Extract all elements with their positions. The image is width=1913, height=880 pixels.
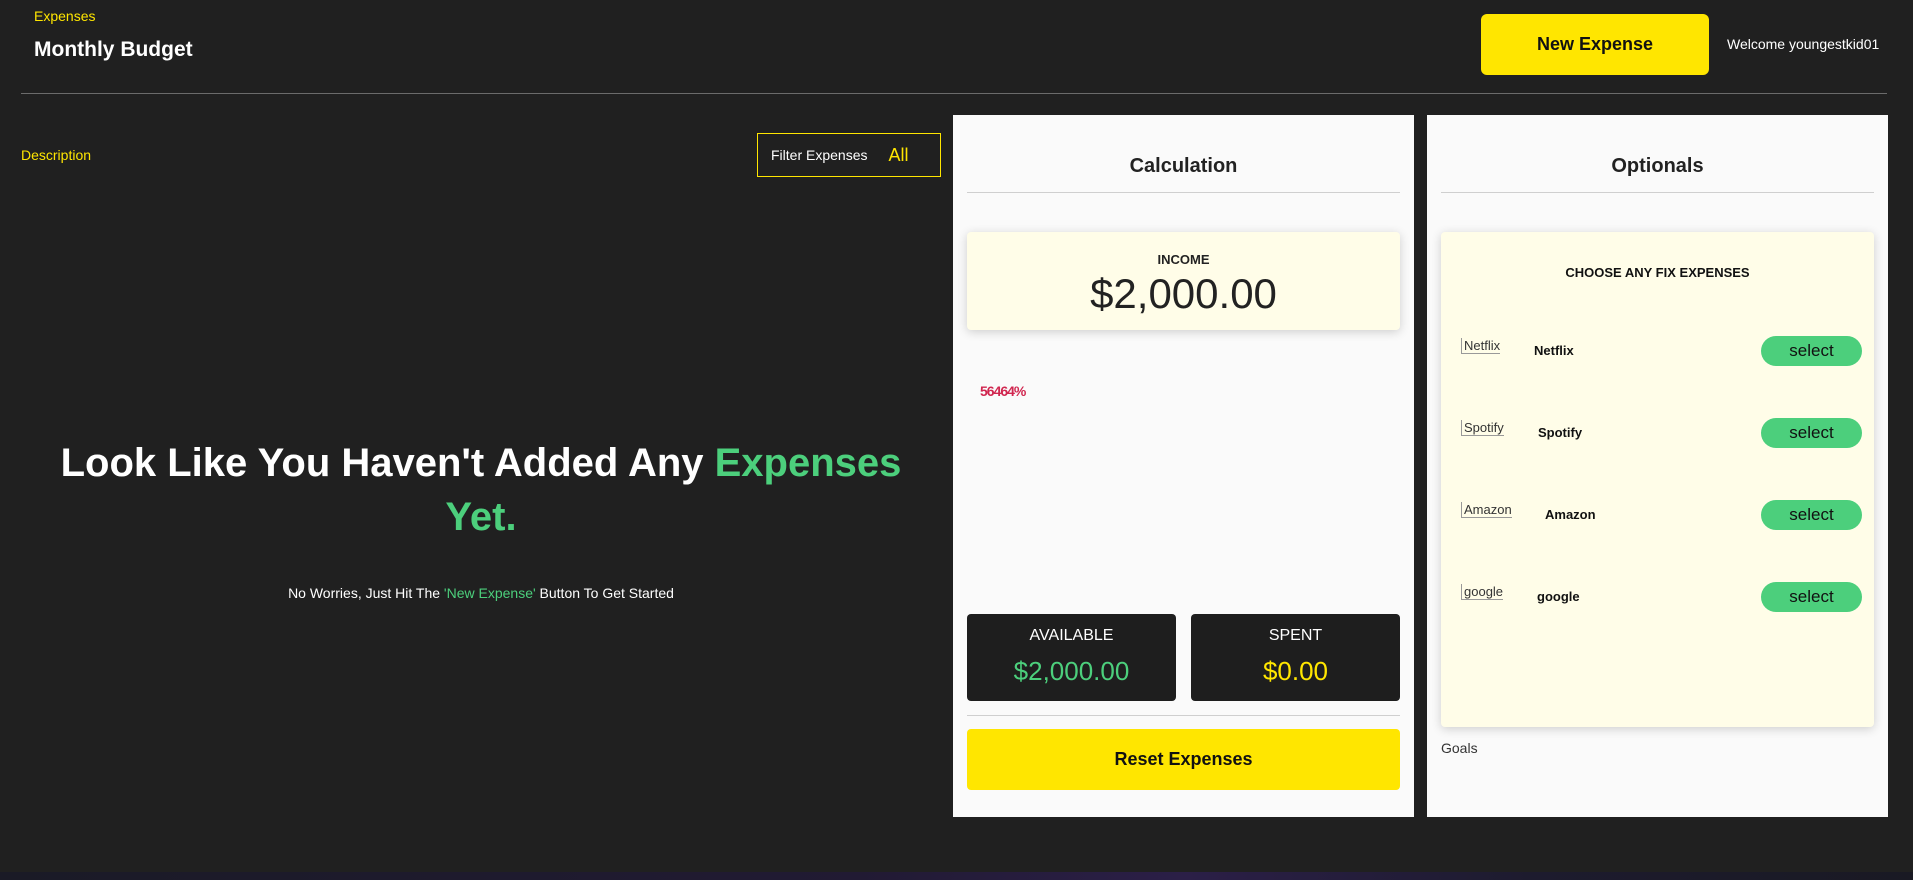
empty-title-main: Look Like You Haven't Added Any (60, 441, 715, 485)
description-label: Description (21, 147, 92, 163)
calculation-title: Calculation (1129, 155, 1238, 177)
filter-label: Filter Expenses (771, 147, 868, 163)
optionals-divider (1441, 192, 1874, 193)
app-header: Expenses Monthly Budget New Expense Welc… (0, 0, 1913, 95)
netflix-logo-broken-image: Netflix (1461, 338, 1501, 354)
reset-expenses-button[interactable]: Reset Expenses (967, 729, 1400, 790)
amazon-logo-broken-image: Amazon (1461, 502, 1512, 518)
select-spotify-button[interactable]: select (1761, 418, 1862, 448)
optionals-panel: Optionals CHOOSE ANY FIX EXPENSES Netfli… (1427, 115, 1888, 817)
fix-expense-name: google (1537, 589, 1580, 604)
empty-state-subtitle: No Worries, Just Hit The 'New Expense' B… (21, 585, 941, 601)
select-netflix-button[interactable]: select (1761, 336, 1862, 366)
calculation-divider (967, 192, 1400, 193)
chart-percent-label: 56464% (980, 383, 1026, 399)
calculation-panel: Calculation INCOME $2,000.00 56464% AVAI… (953, 115, 1414, 817)
spent-card: SPENT $0.00 (1191, 614, 1400, 701)
empty-sub-after: Button To Get Started (535, 585, 674, 601)
empty-state-title: Look Like You Haven't Added Any Expenses… (21, 436, 941, 544)
page-title: Monthly Budget (34, 38, 193, 61)
fix-expense-row-netflix: Netflix Netflix select (1461, 336, 1862, 366)
fix-expense-name: Netflix (1534, 343, 1574, 358)
fix-expenses-card (1441, 232, 1874, 727)
select-amazon-button[interactable]: select (1761, 500, 1862, 530)
goals-label[interactable]: Goals (1441, 740, 1478, 756)
spotify-logo-broken-image: Spotify (1461, 420, 1504, 436)
income-card: INCOME $2,000.00 (967, 232, 1400, 330)
fix-expenses-title: CHOOSE ANY FIX EXPENSES (1565, 265, 1750, 280)
filter-expenses-control[interactable]: Filter Expenses All (757, 133, 941, 177)
fix-expense-row-spotify: Spotify Spotify select (1461, 418, 1862, 448)
calculation-divider-bottom (967, 715, 1400, 716)
available-value: $2,000.00 (1013, 656, 1130, 686)
fix-expense-row-google: google google select (1461, 582, 1862, 612)
new-expense-button[interactable]: New Expense (1481, 14, 1709, 75)
google-logo-broken-image: google (1461, 584, 1504, 600)
income-label: INCOME (1157, 252, 1210, 267)
header-divider (21, 93, 1887, 94)
income-value: $2,000.00 (1090, 270, 1277, 317)
available-label: AVAILABLE (1029, 627, 1114, 644)
brand-small-label[interactable]: Expenses (34, 8, 95, 24)
optionals-title: Optionals (1611, 155, 1704, 177)
available-card: AVAILABLE $2,000.00 (967, 614, 1176, 701)
spent-label: SPENT (1268, 627, 1323, 644)
spent-value: $0.00 (1262, 656, 1329, 686)
fix-expense-name: Amazon (1545, 507, 1596, 522)
empty-sub-before: No Worries, Just Hit The (288, 585, 444, 601)
empty-sub-highlight: 'New Expense' (443, 585, 536, 601)
fix-expense-row-amazon: Amazon Amazon select (1461, 500, 1862, 530)
taskbar-edge (0, 872, 1913, 880)
filter-select-value[interactable]: All (888, 145, 908, 166)
welcome-message: Welcome youngestkid01 (1727, 36, 1880, 52)
select-google-button[interactable]: select (1761, 582, 1862, 612)
fix-expense-name: Spotify (1538, 425, 1583, 440)
